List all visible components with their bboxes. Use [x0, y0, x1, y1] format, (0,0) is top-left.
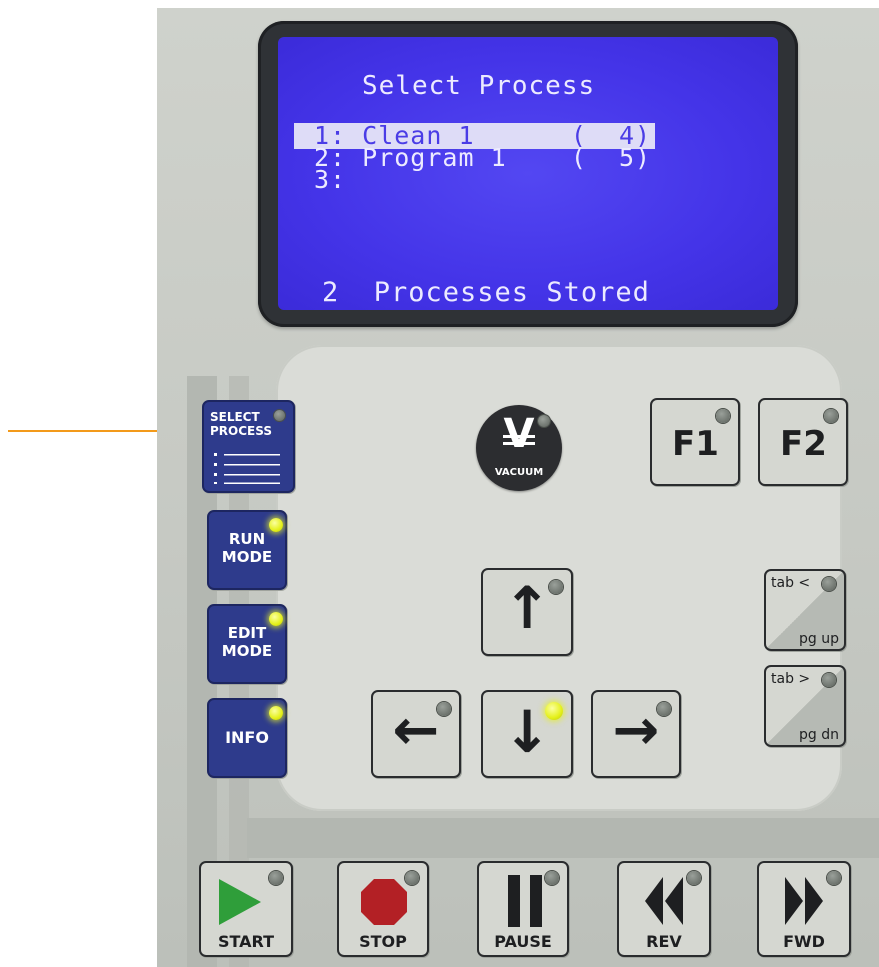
fwd-label: FWD: [783, 932, 825, 951]
edit-mode-label-line2: MODE: [221, 642, 273, 660]
stop-label: STOP: [359, 932, 407, 951]
f1-button[interactable]: F1: [650, 398, 740, 486]
lcd-title: Select Process: [362, 71, 596, 101]
start-label: START: [217, 932, 275, 951]
pg-dn-label: pg dn: [799, 727, 839, 743]
run-mode-label-line2: MODE: [221, 548, 273, 566]
pg-up-label: pg up: [799, 631, 839, 647]
pause-button[interactable]: PAUSE: [477, 861, 569, 957]
down-led: [545, 702, 563, 720]
pause-label: PAUSE: [494, 932, 552, 951]
vacuum-button[interactable]: V VACUUM: [476, 405, 562, 491]
info-led: [269, 706, 283, 720]
select-process-label-line2: PROCESS: [210, 424, 272, 438]
f2-label: F2: [780, 424, 827, 464]
tab-fwd-pg-dn-button[interactable]: tab > pg dn: [764, 665, 846, 747]
fwd-button[interactable]: FWD: [757, 861, 851, 957]
lcd-menu-row-2[interactable]: 2: Program 1 ( 5): [314, 145, 651, 171]
run-mode-label-line1: RUN: [228, 530, 266, 548]
rev-label: REV: [646, 932, 682, 951]
edit-mode-button[interactable]: EDIT MODE: [207, 604, 287, 684]
up-arrow-button[interactable]: ↑: [481, 568, 573, 656]
run-mode-led: [269, 518, 283, 532]
tab-fwd-label: tab >: [771, 671, 811, 687]
right-led: [657, 702, 671, 716]
select-process-led: [274, 410, 285, 421]
list-icon: [214, 453, 280, 484]
lcd-bezel: Select Process 1: Clean_1 ( 4) 2: Progra…: [258, 21, 798, 327]
down-arrow-button[interactable]: ↓: [481, 690, 573, 778]
rev-led: [687, 871, 701, 885]
run-mode-button[interactable]: RUN MODE: [207, 510, 287, 590]
up-led: [549, 580, 563, 594]
lcd-menu-row-3[interactable]: 3:: [314, 167, 346, 193]
start-led: [269, 871, 283, 885]
run-mode-label: RUN MODE: [209, 530, 285, 566]
f2-led: [824, 409, 838, 423]
vacuum-label: VACUUM: [494, 467, 544, 478]
f1-led: [716, 409, 730, 423]
vacuum-icon-bars: [503, 435, 535, 438]
lcd-display: Select Process 1: Clean_1 ( 4) 2: Progra…: [278, 37, 778, 310]
tab-fwd-led: [822, 673, 836, 687]
lcd-status-footer: 2 Processes Stored: [322, 277, 650, 308]
control-panel: Select Process 1: Clean_1 ( 4) 2: Progra…: [157, 8, 879, 967]
edit-mode-led: [269, 612, 283, 626]
fast-forward-icon: [785, 877, 823, 925]
start-button[interactable]: START: [199, 861, 293, 957]
stop-button[interactable]: STOP: [337, 861, 429, 957]
tab-back-pg-up-button[interactable]: tab < pg up: [764, 569, 846, 651]
pause-led: [545, 871, 559, 885]
stop-led: [405, 871, 419, 885]
pause-icon: [508, 875, 542, 927]
left-led: [437, 702, 451, 716]
panel-trace: [247, 818, 879, 858]
left-arrow-button[interactable]: ←: [371, 690, 461, 778]
right-arrow-button[interactable]: →: [591, 690, 681, 778]
select-process-label: SELECT PROCESS: [210, 410, 272, 438]
play-icon: [219, 879, 261, 925]
select-process-label-line1: SELECT: [210, 410, 260, 424]
tab-back-label: tab <: [771, 575, 811, 591]
tab-back-led: [822, 577, 836, 591]
stop-icon: [361, 879, 407, 925]
f1-label: F1: [672, 424, 719, 464]
vacuum-led: [538, 415, 550, 427]
edit-mode-label: EDIT MODE: [209, 624, 285, 660]
select-process-button[interactable]: SELECT PROCESS: [202, 400, 295, 493]
edit-mode-label-line1: EDIT: [227, 624, 267, 642]
info-button[interactable]: INFO: [207, 698, 287, 778]
info-label: INFO: [225, 728, 269, 747]
f2-button[interactable]: F2: [758, 398, 848, 486]
rev-button[interactable]: REV: [617, 861, 711, 957]
fwd-led: [827, 871, 841, 885]
rewind-icon: [645, 877, 683, 925]
